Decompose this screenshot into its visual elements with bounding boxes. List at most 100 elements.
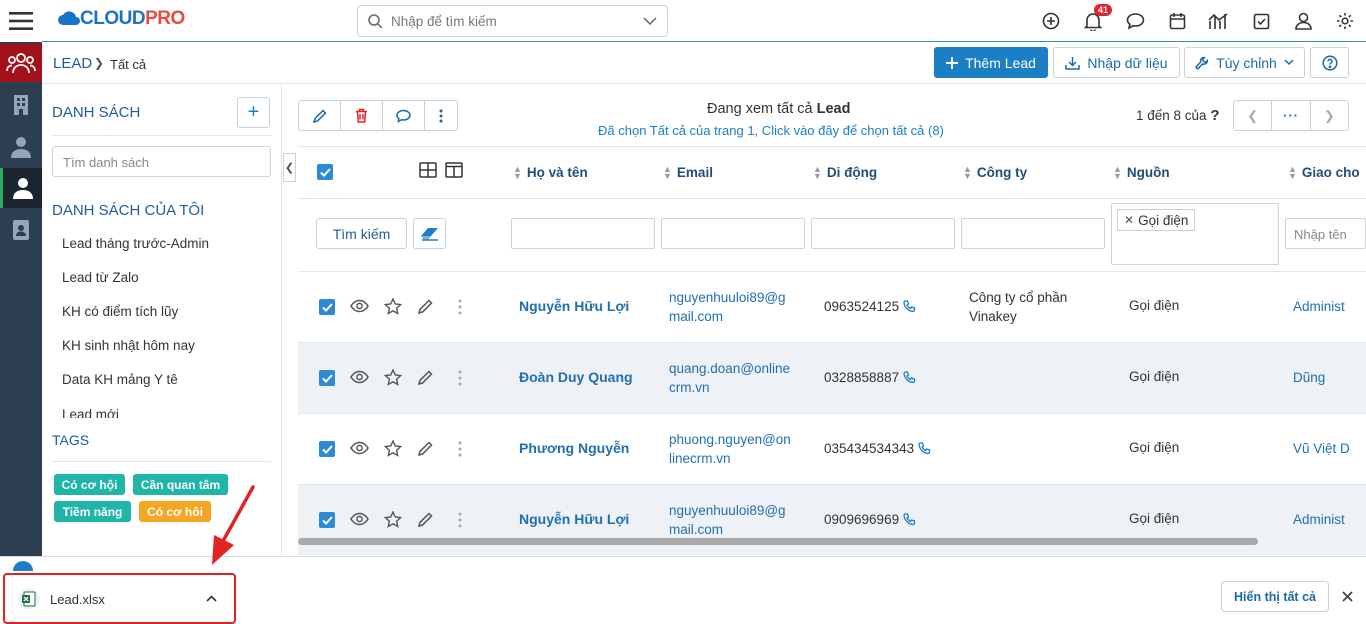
- list-item[interactable]: Lead từ Zalo: [62, 270, 139, 285]
- add-list-button[interactable]: +: [237, 97, 270, 128]
- quick-create-button[interactable]: [1030, 0, 1072, 42]
- assignee-link[interactable]: Administ: [1293, 297, 1345, 316]
- list-item[interactable]: KH sinh nhật hôm nay: [62, 338, 195, 353]
- edit-record-button[interactable]: [418, 370, 433, 385]
- filter-search-button[interactable]: Tìm kiếm: [316, 218, 407, 249]
- rail-item-lead[interactable]: [0, 168, 42, 208]
- reports-button[interactable]: [1198, 0, 1240, 42]
- edit-record-button[interactable]: [418, 512, 433, 527]
- import-data-button[interactable]: Nhập dữ liệu: [1053, 47, 1180, 78]
- view-record-button[interactable]: [350, 441, 369, 455]
- assignee-link[interactable]: Administ: [1293, 510, 1345, 529]
- select-all-link[interactable]: Đã chọn Tất cả của trang 1, Click vào đâ…: [598, 123, 944, 138]
- column-header-mobile[interactable]: ▲ ▼ Di động: [813, 164, 877, 180]
- tag-chip[interactable]: Tiềm năng: [54, 501, 131, 522]
- list-search-input[interactable]: Tìm danh sách: [52, 146, 271, 177]
- star-button[interactable]: [384, 369, 402, 386]
- rail-item-contact-card[interactable]: [0, 211, 42, 249]
- assignee-link[interactable]: Vũ Việt D: [1293, 439, 1350, 458]
- view-record-button[interactable]: [350, 299, 369, 313]
- column-layout-button[interactable]: [419, 162, 437, 178]
- column-header-assignee[interactable]: ▲ ▼ Giao cho: [1288, 164, 1360, 180]
- mobile-filter-input[interactable]: [811, 218, 955, 249]
- clear-filter-button[interactable]: [413, 218, 446, 249]
- remove-chip-icon[interactable]: ✕: [1124, 213, 1134, 227]
- tag-chip[interactable]: Có cơ hội: [54, 474, 125, 495]
- select-all-checkbox[interactable]: [317, 164, 333, 180]
- edit-record-button[interactable]: [418, 441, 433, 456]
- show-all-downloads-button[interactable]: Hiển thị tất cả: [1221, 581, 1329, 612]
- column-header-company[interactable]: ▲ ▼ Công ty: [963, 164, 1027, 180]
- list-item[interactable]: Lead tháng trước-Admin: [62, 236, 209, 251]
- table-row[interactable]: Đoàn Duy Quang quang.doan@online crm.vn 032…: [298, 342, 1366, 413]
- email-link[interactable]: nguyenhuuloi89@g mail.com: [669, 288, 786, 326]
- star-button[interactable]: [384, 511, 402, 528]
- phone-icon[interactable]: [903, 371, 916, 384]
- chevron-up-icon[interactable]: [206, 595, 217, 602]
- scrollbar-thumb[interactable]: [298, 538, 1258, 545]
- view-record-button[interactable]: [350, 370, 369, 384]
- help-button[interactable]: [1310, 47, 1349, 78]
- star-button[interactable]: [384, 440, 402, 457]
- edit-record-button[interactable]: [418, 299, 433, 314]
- column-header-name[interactable]: ▲ ▼ Họ và tên: [513, 164, 588, 180]
- column-picker-button[interactable]: [445, 162, 463, 178]
- column-header-email[interactable]: ▲ ▼ Email: [663, 164, 713, 180]
- chat-button[interactable]: [1114, 0, 1156, 42]
- rail-item-leads-group[interactable]: [0, 44, 42, 82]
- user-profile-button[interactable]: [1282, 0, 1324, 42]
- row-more-button[interactable]: [458, 370, 462, 386]
- rail-item-contacts[interactable]: [0, 128, 42, 166]
- lead-name-link[interactable]: Đoàn Duy Quang: [519, 368, 633, 387]
- row-more-button[interactable]: [458, 512, 462, 528]
- email-link[interactable]: nguyenhuuloi89@g mail.com: [669, 501, 786, 539]
- add-lead-button[interactable]: Thêm Lead: [934, 47, 1048, 78]
- phone-icon[interactable]: [903, 300, 916, 313]
- lead-name-link[interactable]: Phương Nguyễn: [519, 439, 629, 458]
- phone-icon[interactable]: [903, 513, 916, 526]
- prev-page-button[interactable]: ❮: [1234, 101, 1273, 130]
- row-more-button[interactable]: [458, 299, 462, 315]
- breadcrumb-module[interactable]: LEAD: [53, 55, 92, 72]
- list-item[interactable]: Data KH mảng Y tê: [62, 372, 178, 387]
- row-more-button[interactable]: [458, 441, 462, 457]
- lead-name-link[interactable]: Nguyễn Hữu Lợi: [519, 297, 629, 316]
- row-checkbox[interactable]: [319, 441, 335, 457]
- page-jump-button[interactable]: ···: [1272, 101, 1311, 130]
- table-row[interactable]: Phương Nguyễn phuong.nguyen@on linecrm.vn 0…: [298, 413, 1366, 484]
- company-filter-input[interactable]: [961, 218, 1105, 249]
- row-checkbox[interactable]: [319, 512, 335, 528]
- view-record-button[interactable]: [350, 512, 369, 526]
- next-page-button[interactable]: ❯: [1311, 101, 1348, 130]
- email-link[interactable]: phuong.nguyen@on linecrm.vn: [669, 430, 791, 468]
- notifications-button[interactable]: 41: [1072, 0, 1114, 42]
- menu-toggle-button[interactable]: [0, 0, 42, 42]
- mass-edit-button[interactable]: [299, 101, 341, 130]
- list-item[interactable]: KH có điểm tích lũy: [62, 304, 178, 319]
- name-filter-input[interactable]: [511, 218, 655, 249]
- star-button[interactable]: [384, 298, 402, 315]
- rail-item-organizations[interactable]: [0, 86, 42, 124]
- source-filter-multiselect[interactable]: ✕ Gọi điện: [1111, 203, 1279, 265]
- settings-button[interactable]: [1324, 0, 1366, 42]
- phone-icon[interactable]: [918, 442, 931, 455]
- row-checkbox[interactable]: [319, 299, 335, 315]
- horizontal-scrollbar[interactable]: [298, 538, 1366, 546]
- total-count-button[interactable]: ?: [1210, 107, 1219, 124]
- cloudpro-logo[interactable]: CLOUDPRO: [58, 8, 185, 30]
- lead-name-link[interactable]: Nguyễn Hữu Lợi: [519, 510, 629, 529]
- assignee-link[interactable]: Dũng: [1293, 368, 1325, 387]
- downloaded-file-item[interactable]: Lead.xlsx: [3, 573, 236, 624]
- list-item[interactable]: Lead mới: [62, 407, 119, 418]
- close-icon[interactable]: [1342, 591, 1353, 602]
- table-row[interactable]: Nguyễn Hữu Lợi nguyenhuuloi89@g mail.com 09…: [298, 271, 1366, 342]
- assignee-filter-input[interactable]: Nhập tên: [1285, 218, 1366, 249]
- column-header-source[interactable]: ▲ ▼ Nguồn: [1113, 164, 1170, 180]
- calendar-button[interactable]: [1156, 0, 1198, 42]
- mass-delete-button[interactable]: [341, 101, 383, 130]
- tasks-button[interactable]: [1240, 0, 1282, 42]
- more-actions-button[interactable]: [425, 101, 457, 130]
- mass-comment-button[interactable]: [383, 101, 425, 130]
- email-filter-input[interactable]: [661, 218, 805, 249]
- customize-button[interactable]: Tùy chỉnh: [1184, 47, 1305, 78]
